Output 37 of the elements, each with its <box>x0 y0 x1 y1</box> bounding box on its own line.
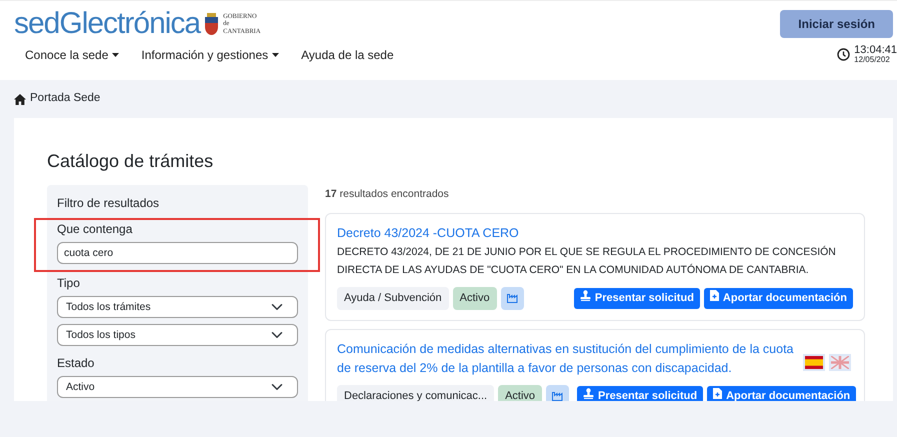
document-plus-icon <box>710 290 719 302</box>
type-select[interactable]: Todos los tipos <box>57 324 298 346</box>
category-tag: Ayuda / Subvención <box>337 287 449 310</box>
result-title-link[interactable]: Decreto 43/2024 -CUOTA CERO <box>337 224 853 242</box>
logo-text: sedGlectrónica <box>14 9 200 39</box>
state-select[interactable]: Activo <box>57 376 298 398</box>
clock-icon <box>837 48 850 61</box>
stamp-icon <box>580 290 591 302</box>
breadcrumb-link[interactable]: Portada Sede <box>30 90 100 108</box>
provide-documents-button[interactable]: Aportar documentación <box>704 288 853 309</box>
nav-menu-item[interactable]: Información y gestiones <box>130 46 290 64</box>
factory-icon <box>546 385 570 401</box>
factory-icon <box>500 287 524 310</box>
home-icon <box>14 94 26 104</box>
stamp-icon <box>583 388 594 400</box>
login-button[interactable]: Iniciar sesión <box>780 10 893 38</box>
field-label: Que contenga <box>57 221 134 238</box>
clock-time: 13:04:41 <box>854 45 897 56</box>
submit-request-button[interactable]: Presentar solicitud <box>574 288 700 309</box>
result-description: DECRETO 43/2024, DE 21 DE JUNIO POR EL QUE SE REGULA EL PROCEDIMIENTO DE CONCESIÓN DIRECTA DE LAS AYUDAS DE "CUOTA CERO" EN LA COMUNIDAD AUTÓNOMA DE CANTABRIA. <box>337 244 837 278</box>
document-plus-icon <box>713 388 722 400</box>
filter-title: Filtro de resultados <box>57 195 160 212</box>
coat-of-arms-icon <box>204 11 220 37</box>
status-tag: Activo <box>498 385 542 401</box>
status-tag: Activo <box>452 287 497 310</box>
nav-menu-item[interactable]: Ayuda de la sede <box>290 46 405 64</box>
field-label: Tipo <box>57 275 81 292</box>
spanish-flag-icon[interactable] <box>805 356 823 369</box>
search-field[interactable]: cuota cero <box>57 242 298 264</box>
result-title-link[interactable]: Comunicación de medidas alternativas en sustitución del cumplimiento de la cuota de reserva del 2% de la plantilla a favor de personas con discapacidad. <box>337 340 797 378</box>
field-label: Estado <box>57 355 96 372</box>
nav-menu-item[interactable]: Conoce la sede <box>14 46 130 64</box>
type-select[interactable]: Todos los trámites <box>57 296 298 318</box>
results-count: 17 resultados encontrados <box>325 187 450 202</box>
submit-request-button[interactable]: Presentar solicitud <box>577 386 704 401</box>
clock-date: 12/05/202 <box>854 56 891 64</box>
page-title: Catálogo de trámites <box>47 150 214 173</box>
